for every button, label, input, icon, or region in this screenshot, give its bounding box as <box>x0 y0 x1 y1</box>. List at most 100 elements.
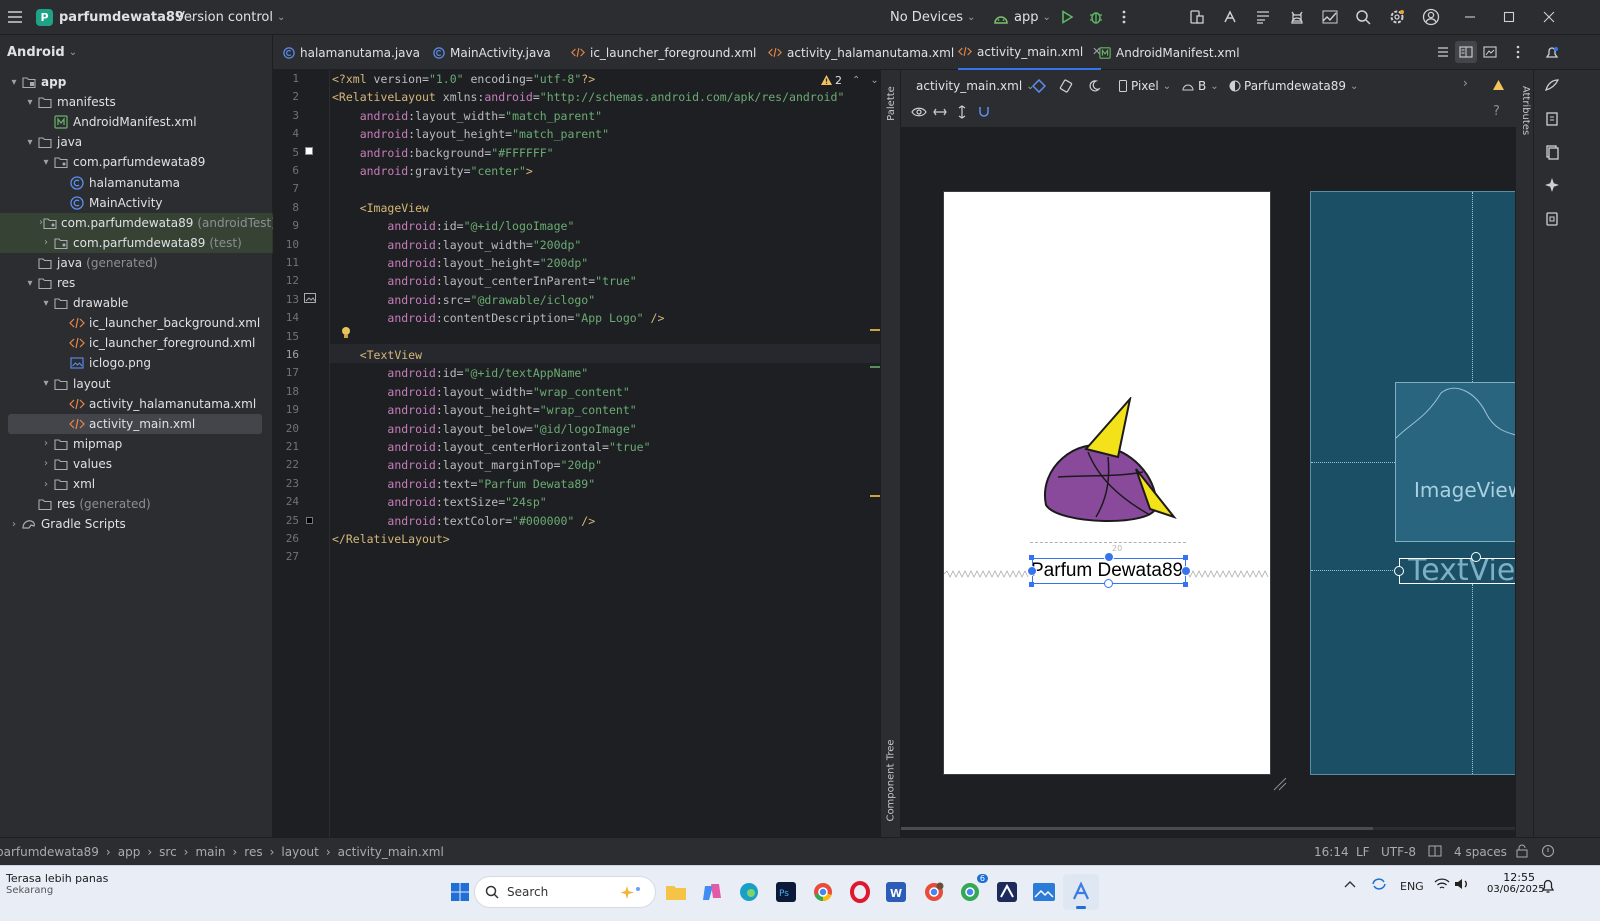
indent-setting[interactable]: 4 spaces <box>1454 845 1507 859</box>
component-tree-toggle[interactable]: Component Tree <box>883 739 899 821</box>
constraint-handle-bottom[interactable] <box>1104 579 1113 588</box>
chevron-right-icon[interactable]: › <box>39 458 53 469</box>
tree-item[interactable]: ▾ java <box>0 132 273 152</box>
chevron-up-icon[interactable] <box>1344 880 1356 888</box>
api-dropdown[interactable]: B ⌄ <box>1182 76 1219 96</box>
photos-icon[interactable] <box>1026 874 1062 910</box>
breadcrumb-item[interactable]: app <box>118 845 141 859</box>
design-canvas[interactable]: 20 Parfum Dewata89 ImageView TextView <box>901 127 1515 830</box>
night-mode-icon[interactable] <box>1083 75 1105 97</box>
project-view-selector[interactable]: Android ⌄ <box>7 43 77 61</box>
run-icon[interactable] <box>1056 6 1078 28</box>
line-separator[interactable]: LF <box>1356 845 1370 859</box>
breadcrumb-item[interactable]: activity_main.xml <box>338 845 444 859</box>
blueprint-surface[interactable]: ImageView TextView <box>1310 191 1515 775</box>
editor-tab[interactable]: MainActivity.java <box>433 35 551 70</box>
chevron-right-icon[interactable]: › <box>39 237 53 248</box>
editor-tab[interactable]: activity_halamanutama.xml <box>768 35 954 70</box>
android-studio-icon[interactable] <box>1063 874 1099 910</box>
chevron-down-icon[interactable]: ⌄ <box>870 75 878 86</box>
constraint-handle-left[interactable] <box>1394 566 1404 576</box>
blueprint-textview[interactable]: TextView <box>1399 558 1515 584</box>
design-surface-icon[interactable] <box>1028 75 1050 97</box>
device-selector[interactable]: No Devices ⌄ <box>890 7 975 28</box>
view-options-icon[interactable] <box>908 101 930 123</box>
constraint-handle-top[interactable] <box>1104 552 1114 562</box>
magnet-icon[interactable] <box>973 101 995 123</box>
main-menu-icon[interactable] <box>4 6 26 28</box>
tab-options-icon[interactable] <box>1507 41 1529 63</box>
settings-icon[interactable] <box>1386 6 1408 28</box>
constraint-handle-top[interactable] <box>1471 552 1481 562</box>
editor-tab[interactable]: halamanutama.java <box>283 35 420 70</box>
more-actions-icon[interactable] <box>1113 6 1135 28</box>
chevron-right-icon[interactable]: › <box>39 438 53 449</box>
tree-item[interactable]: activity_halamanutama.xml <box>0 394 273 414</box>
resource-manager-icon[interactable] <box>1541 141 1563 163</box>
edge-icon[interactable] <box>731 874 767 910</box>
tree-item[interactable]: AndroidManifest.xml <box>0 112 273 132</box>
palette-toggle[interactable]: Palette <box>883 78 899 128</box>
chrome-icon[interactable] <box>805 874 841 910</box>
tree-item[interactable]: › mipmap <box>0 434 273 454</box>
profiler-icon[interactable] <box>1319 6 1341 28</box>
breadcrumb-item[interactable]: layout <box>281 845 318 859</box>
gemini-icon[interactable] <box>1541 74 1563 96</box>
chevron-right-icon[interactable]: › <box>7 519 21 530</box>
color-swatch-white[interactable] <box>305 147 313 155</box>
tree-item[interactable]: res (generated) <box>0 494 273 514</box>
wifi-icon[interactable] <box>1434 878 1450 890</box>
logo-image[interactable] <box>1038 397 1180 527</box>
tree-item[interactable]: › values <box>0 454 273 474</box>
tree-item[interactable]: › Gradle Scripts <box>0 514 273 534</box>
chrome-profile-icon[interactable] <box>916 874 952 910</box>
tree-item[interactable]: › com.parfumdewata89 (androidTest) <box>0 212 276 233</box>
vcs-menu[interactable]: Version control ⌄ <box>176 7 285 28</box>
chrome-secondary-icon[interactable]: 6 <box>952 874 988 910</box>
tree-item[interactable]: › xml <box>0 474 273 494</box>
orientation-icon[interactable] <box>1055 75 1077 97</box>
search-icon[interactable] <box>1352 6 1374 28</box>
minimize-icon[interactable] <box>1459 6 1481 28</box>
debug-icon[interactable] <box>1085 6 1107 28</box>
blueprint-imageview[interactable]: ImageView <box>1395 382 1515 542</box>
tree-item[interactable]: ic_launcher_background.xml <box>0 313 273 333</box>
chevron-right-icon[interactable]: › <box>1463 76 1468 90</box>
editor-tab[interactable]: AndroidManifest.xml <box>1099 35 1240 70</box>
photoshop-icon[interactable]: Ps <box>768 874 804 910</box>
weather-widget[interactable]: Terasa lebih panas Sekarang <box>0 872 120 896</box>
tree-item[interactable]: iclogo.png <box>0 353 273 373</box>
tree-item[interactable]: ▾ manifests <box>0 92 273 112</box>
tree-item[interactable]: halamanutama <box>0 173 273 193</box>
notifications-icon[interactable] <box>1541 42 1563 64</box>
chevron-down-icon[interactable]: ▾ <box>39 157 53 168</box>
tree-item[interactable]: ▾ app <box>0 72 273 92</box>
constraint-handle-right[interactable] <box>1181 566 1191 576</box>
app-store-icon[interactable] <box>989 874 1025 910</box>
resize-handle[interactable] <box>1183 555 1188 560</box>
caret-position[interactable]: 16:14 <box>1314 845 1349 859</box>
tree-item[interactable]: ▾ drawable <box>0 293 273 313</box>
horizontal-resize-icon[interactable] <box>929 101 951 123</box>
chevron-down-icon[interactable]: ▾ <box>39 378 53 389</box>
image-preview-icon[interactable] <box>304 293 316 303</box>
intention-bulb-icon[interactable] <box>340 326 352 340</box>
tree-item[interactable]: ▾ res <box>0 273 273 293</box>
breadcrumb-item[interactable]: parfumdewata89 <box>0 845 99 859</box>
chevron-down-icon[interactable]: ▾ <box>23 278 37 289</box>
volume-icon[interactable] <box>1454 878 1470 890</box>
tree-item[interactable]: activity_main.xml <box>8 413 262 434</box>
resize-handle[interactable] <box>1183 582 1188 587</box>
tree-item[interactable]: ic_launcher_foreground.xml <box>0 333 273 353</box>
copilot-icon[interactable] <box>694 874 730 910</box>
warning-marker[interactable] <box>870 329 880 331</box>
readonly-toggle-icon[interactable] <box>1428 844 1442 858</box>
code-view-icon[interactable] <box>1432 41 1454 63</box>
design-surface[interactable]: 20 Parfum Dewata89 <box>943 191 1271 775</box>
device-explorer-icon[interactable] <box>1541 108 1563 130</box>
device-manager-icon[interactable] <box>1186 6 1208 28</box>
tree-item[interactable]: java (generated) <box>0 253 273 273</box>
project-selector[interactable]: P parfumdewata89 ⌄ <box>36 7 196 28</box>
sync-project-icon[interactable] <box>1252 6 1274 28</box>
editor-tab[interactable]: activity_main.xml ✕ <box>958 35 1102 70</box>
